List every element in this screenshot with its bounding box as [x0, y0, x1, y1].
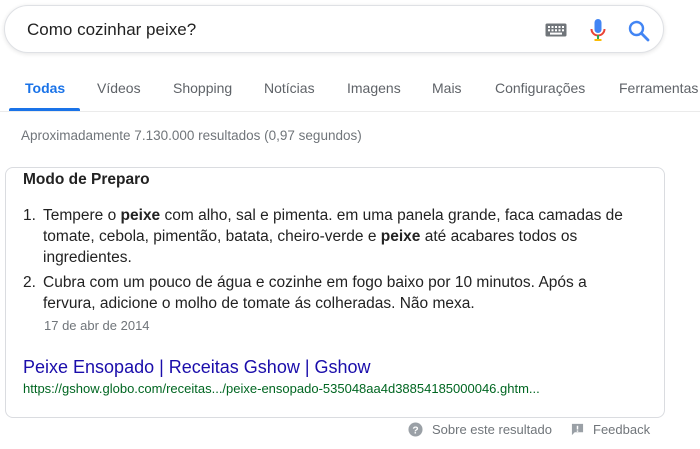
result-stats: Aproximadamente 7.130.000 resultados (0,…	[21, 128, 362, 143]
microphone-icon[interactable]	[589, 18, 607, 44]
tab-noticias[interactable]: Notícias	[264, 80, 315, 96]
featured-snippet-card: Modo de Preparo 1. Tempere o peixe com a…	[5, 167, 665, 418]
tab-shopping[interactable]: Shopping	[173, 80, 232, 96]
steps-list: 1. Tempere o peixe com alho, sal e pimen…	[23, 205, 643, 318]
step-number: 2.	[23, 274, 36, 291]
highlight-keyword: peixe	[120, 207, 161, 224]
step-text: Tempere o peixe com alho, sal e pimenta.…	[43, 207, 623, 266]
step-number: 1.	[23, 207, 36, 224]
keyboard-icon[interactable]	[545, 23, 567, 37]
help-circle-icon: ?	[408, 422, 423, 437]
search-icon[interactable]	[627, 19, 651, 43]
about-result-button[interactable]: ? Sobre este resultado	[408, 422, 552, 437]
step-text: Cubra com um pouco de água e cozinhe em …	[43, 274, 587, 312]
result-title-link[interactable]: Peixe Ensopado | Receitas Gshow | Gshow	[23, 357, 371, 378]
list-item: 1. Tempere o peixe com alho, sal e pimen…	[23, 205, 643, 268]
tab-imagens[interactable]: Imagens	[347, 80, 401, 96]
list-item: 2. Cubra com um pouco de água e cozinhe …	[23, 272, 643, 314]
result-url: https://gshow.globo.com/receitas.../peix…	[23, 381, 540, 396]
highlight-keyword: peixe	[380, 228, 421, 245]
search-input[interactable]	[27, 20, 507, 40]
tab-todas[interactable]: Todas	[25, 80, 65, 96]
search-bar[interactable]	[4, 5, 664, 53]
feedback-label: Feedback	[593, 422, 651, 437]
feedback-icon	[571, 423, 584, 436]
tab-mais[interactable]: Mais	[432, 80, 462, 96]
active-tab-indicator	[9, 108, 80, 111]
tab-ferramentas[interactable]: Ferramentas	[619, 80, 698, 96]
tab-configuracoes[interactable]: Configurações	[495, 80, 585, 96]
snippet-title: Modo de Preparo	[23, 171, 150, 188]
snippet-date: 17 de abr de 2014	[44, 318, 150, 333]
feedback-button[interactable]: Feedback	[571, 422, 650, 437]
svg-text:?: ?	[412, 425, 418, 436]
about-result-label: Sobre este resultado	[432, 422, 552, 437]
search-tabs: Todas Vídeos Shopping Notícias Imagens M…	[0, 68, 700, 112]
tab-videos[interactable]: Vídeos	[97, 80, 141, 96]
